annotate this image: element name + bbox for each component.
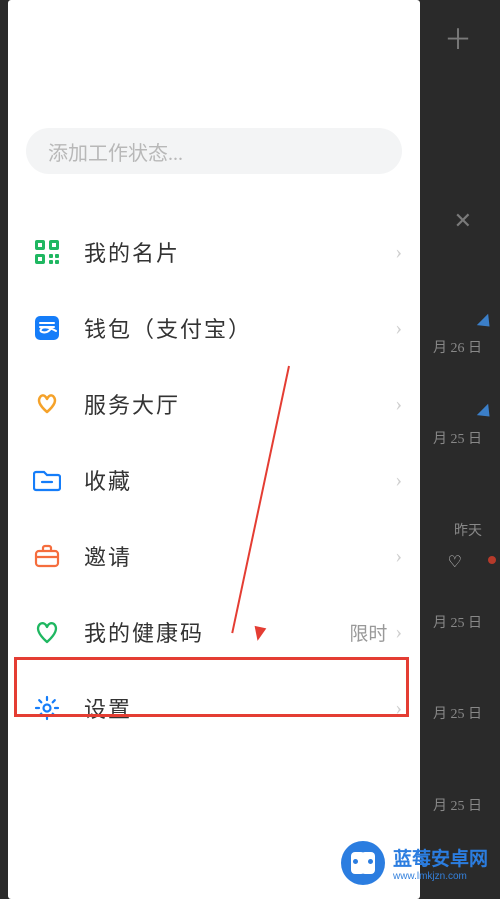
menu-item-my-card[interactable]: 我的名片 › [8,214,420,290]
background-content: ＋ ✕ 月 26 日 月 25 日 昨天 ♡ 月 25 日 月 25 日 月 2… [420,0,500,899]
watermark-url: www.lmkjzn.com [393,871,488,882]
bg-date: 月 25 日 [433,795,482,815]
side-drawer: 添加工作状态... 我的名片 › 钱包（支付宝） › 服务大厅 › 收藏 › [8,0,420,899]
heart-outline-icon [32,617,62,647]
menu-label: 钱包（支付宝） [84,312,395,344]
menu-label: 服务大厅 [84,388,395,420]
menu-label: 我的名片 [84,236,395,268]
watermark-logo [341,841,385,885]
menu-item-wallet[interactable]: 钱包（支付宝） › [8,290,420,366]
corner-indicator [477,314,495,332]
chevron-right-icon: › [395,621,402,644]
gear-icon [32,693,62,723]
chevron-right-icon: › [395,697,402,720]
plus-icon: ＋ [444,18,472,58]
alipay-icon [32,313,62,343]
bg-date: 月 25 日 [433,428,482,448]
watermark-title: 蓝莓安卓网 [393,844,488,871]
menu-item-invite[interactable]: 邀请 › [8,518,420,594]
bg-date: 月 25 日 [433,703,482,723]
briefcase-icon [32,541,62,571]
chevron-right-icon: › [395,545,402,568]
menu-label: 收藏 [84,464,395,496]
watermark: 蓝莓安卓网 www.lmkjzn.com [341,841,488,885]
menu-item-favorites[interactable]: 收藏 › [8,442,420,518]
status-placeholder: 添加工作状态... [48,137,183,166]
heart-icon: ♡ [448,552,462,572]
corner-indicator [477,404,495,422]
bg-date: 月 26 日 [433,337,482,357]
chevron-right-icon: › [395,469,402,492]
menu-label: 邀请 [84,540,395,572]
chevron-right-icon: › [395,393,402,416]
qr-icon [32,237,62,267]
bg-date: 昨天 [454,520,482,540]
unread-dot [488,556,496,564]
folder-minus-icon [32,465,62,495]
limited-badge: 限时 [349,619,387,646]
menu-label: 我的健康码 [84,616,349,648]
status-input[interactable]: 添加工作状态... [26,128,402,174]
close-icon: ✕ [454,208,472,234]
menu-label: 设置 [84,692,395,724]
menu-item-health-code[interactable]: 我的健康码 限时 › [8,594,420,670]
bg-date: 月 25 日 [433,612,482,632]
menu-item-settings[interactable]: 设置 › [8,670,420,746]
heart-hands-icon [32,389,62,419]
chevron-right-icon: › [395,241,402,264]
chevron-right-icon: › [395,317,402,340]
menu-item-service-hall[interactable]: 服务大厅 › [8,366,420,442]
